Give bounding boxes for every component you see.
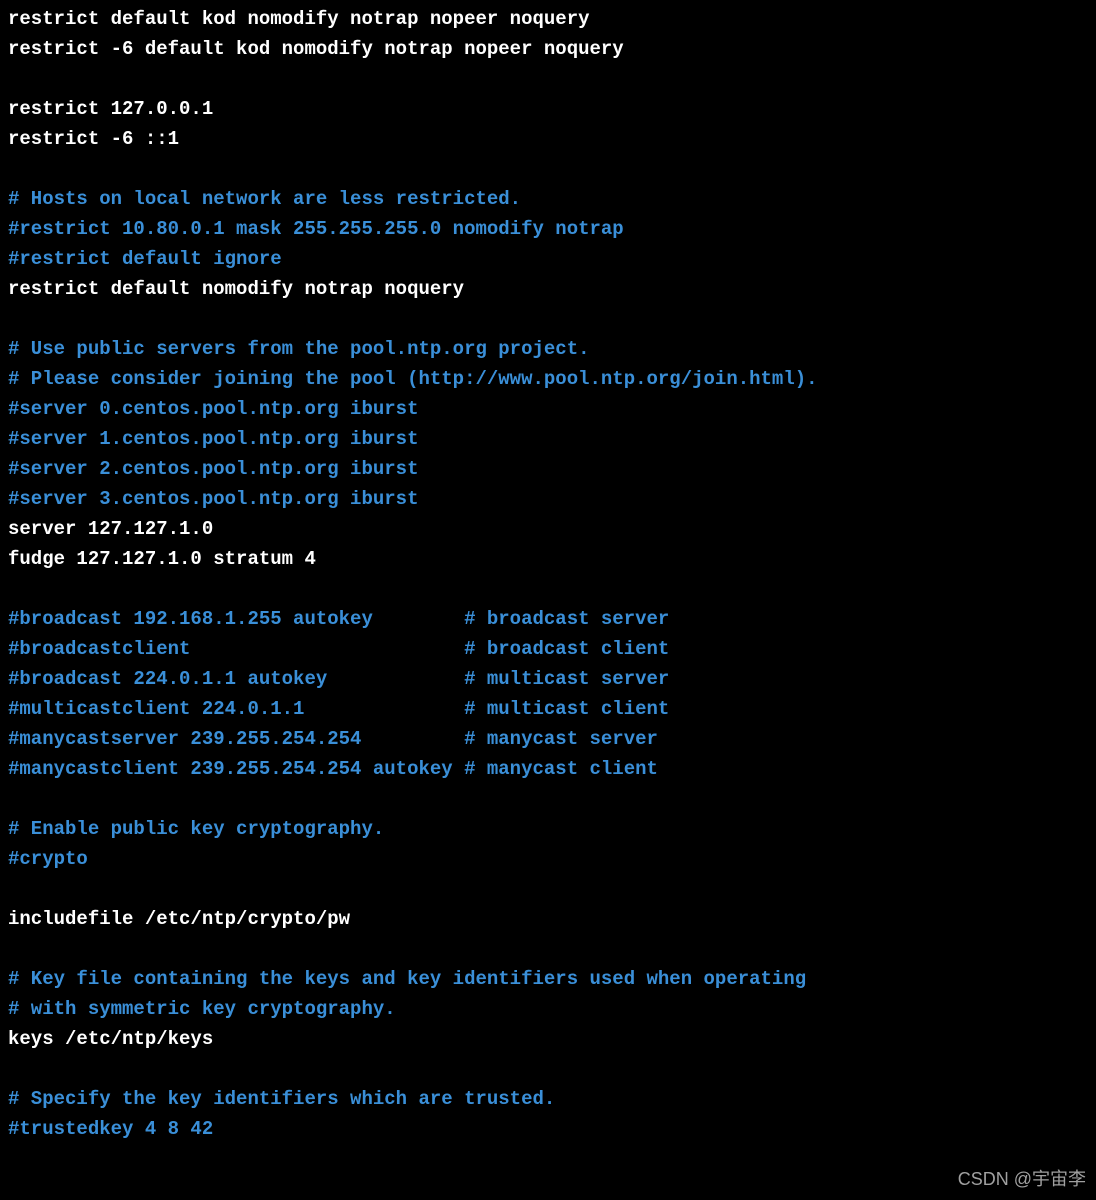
config-line	[8, 574, 1088, 604]
config-line: # Key file containing the keys and key i…	[8, 964, 1088, 994]
config-line: #restrict default ignore	[8, 244, 1088, 274]
config-line	[8, 874, 1088, 904]
config-line: includefile /etc/ntp/crypto/pw	[8, 904, 1088, 934]
config-line	[8, 64, 1088, 94]
config-line	[8, 304, 1088, 334]
config-line	[8, 154, 1088, 184]
config-line: keys /etc/ntp/keys	[8, 1024, 1088, 1054]
config-line: fudge 127.127.1.0 stratum 4	[8, 544, 1088, 574]
config-line: restrict -6 ::1	[8, 124, 1088, 154]
terminal-output: restrict default kod nomodify notrap nop…	[8, 4, 1088, 1144]
config-line: # Hosts on local network are less restri…	[8, 184, 1088, 214]
config-line: #server 2.centos.pool.ntp.org iburst	[8, 454, 1088, 484]
config-line: #server 1.centos.pool.ntp.org iburst	[8, 424, 1088, 454]
config-line: #broadcast 192.168.1.255 autokey # broad…	[8, 604, 1088, 634]
config-line: #manycastclient 239.255.254.254 autokey …	[8, 754, 1088, 784]
watermark-text: CSDN @宇宙李	[958, 1164, 1086, 1194]
config-line: #multicastclient 224.0.1.1 # multicast c…	[8, 694, 1088, 724]
config-line: #restrict 10.80.0.1 mask 255.255.255.0 n…	[8, 214, 1088, 244]
config-line: #manycastserver 239.255.254.254 # manyca…	[8, 724, 1088, 754]
config-line: #trustedkey 4 8 42	[8, 1114, 1088, 1144]
config-line: restrict 127.0.0.1	[8, 94, 1088, 124]
config-line	[8, 1054, 1088, 1084]
config-line	[8, 934, 1088, 964]
config-line: # Specify the key identifiers which are …	[8, 1084, 1088, 1114]
config-line: restrict default nomodify notrap noquery	[8, 274, 1088, 304]
config-line: server 127.127.1.0	[8, 514, 1088, 544]
config-line: restrict -6 default kod nomodify notrap …	[8, 34, 1088, 64]
config-line: #broadcastclient # broadcast client	[8, 634, 1088, 664]
config-line: #broadcast 224.0.1.1 autokey # multicast…	[8, 664, 1088, 694]
config-line: # Please consider joining the pool (http…	[8, 364, 1088, 394]
config-line	[8, 784, 1088, 814]
config-line: restrict default kod nomodify notrap nop…	[8, 4, 1088, 34]
config-line: # Enable public key cryptography.	[8, 814, 1088, 844]
config-line: # Use public servers from the pool.ntp.o…	[8, 334, 1088, 364]
config-line: # with symmetric key cryptography.	[8, 994, 1088, 1024]
config-line: #server 0.centos.pool.ntp.org iburst	[8, 394, 1088, 424]
config-line: #crypto	[8, 844, 1088, 874]
config-line: #server 3.centos.pool.ntp.org iburst	[8, 484, 1088, 514]
